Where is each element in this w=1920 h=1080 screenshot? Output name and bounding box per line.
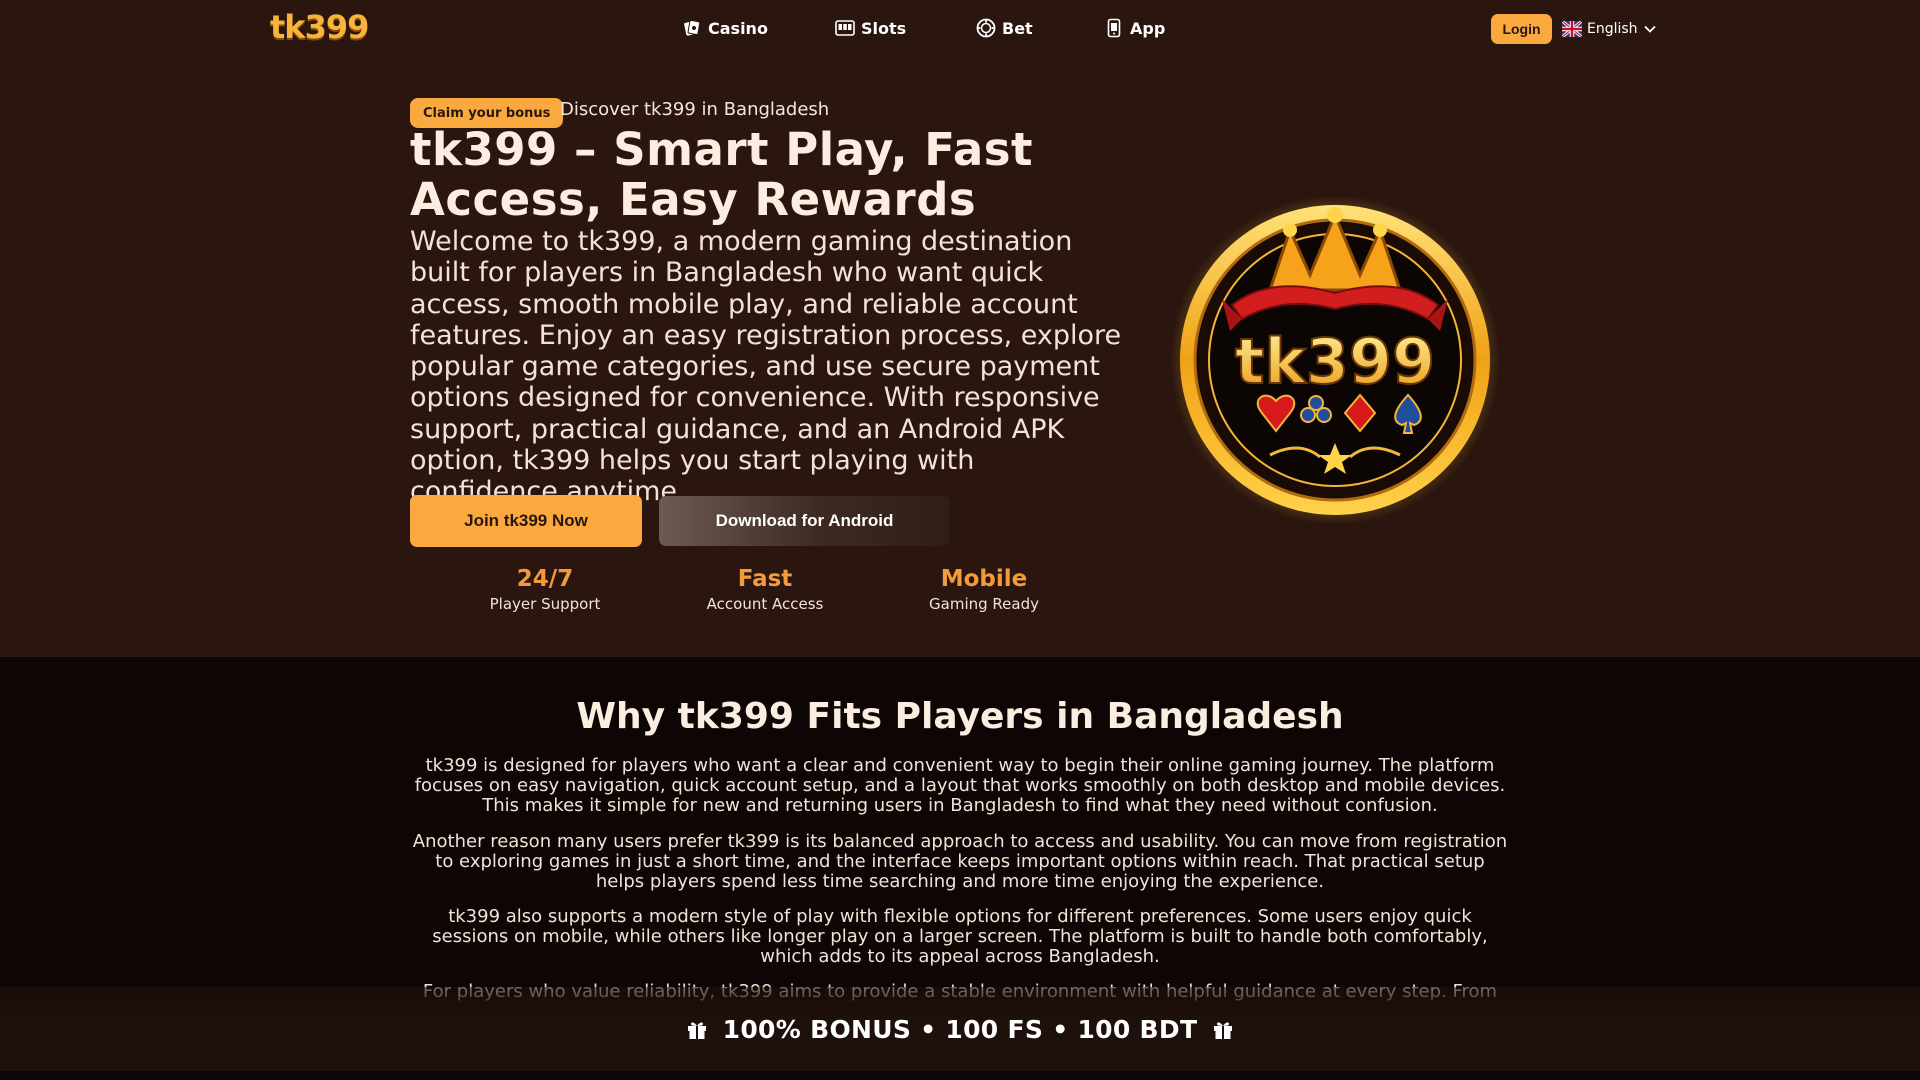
stat-mobile: Mobile Gaming Ready: [874, 565, 1094, 615]
hero-eyebrow: Discover tk399 in Bangladesh: [560, 99, 830, 120]
stat-access: Fast Account Access: [655, 565, 875, 615]
nav-label: Slots: [861, 18, 907, 38]
tk399-emblem-logo: tk399: [1170, 195, 1500, 525]
chevron-down-icon: [1643, 25, 1656, 33]
hero-title: tk399 – Smart Play, Fast Access, Easy Re…: [410, 123, 1033, 226]
phone-icon: [1107, 18, 1121, 38]
join-now-button[interactable]: Join tk399 Now: [410, 495, 642, 547]
nav-item-bet[interactable]: Bet: [976, 12, 1033, 44]
stat-support: 24/7 Player Support: [435, 565, 655, 615]
chip-icon: [976, 18, 996, 38]
section-title: Why tk399 Fits Players in Bangladesh: [576, 696, 1344, 737]
section-paragraph: Another reason many users prefer tk399 i…: [412, 831, 1508, 892]
stat-value: Mobile: [940, 566, 1028, 592]
stat-label: Gaming Ready: [929, 595, 1039, 613]
language-selector[interactable]: English: [1562, 17, 1657, 41]
nav-item-casino[interactable]: Casino: [682, 12, 768, 44]
stat-label: Account Access: [706, 595, 824, 613]
download-android-button[interactable]: Download for Android: [659, 496, 950, 546]
bonus-text: 100% BONUS • 100 FS • 100 BDT: [722, 1014, 1198, 1044]
section-paragraph: tk399 is designed for players who want a…: [414, 755, 1506, 816]
nav-label: Casino: [708, 18, 768, 38]
slot-machine-icon: [835, 20, 855, 36]
gift-icon: [687, 1022, 706, 1039]
login-button[interactable]: Login: [1491, 14, 1552, 44]
stat-label: Player Support: [489, 595, 601, 613]
uk-flag-icon: [1562, 21, 1582, 37]
emblem-text: tk399: [1235, 325, 1435, 398]
nav-label: Bet: [1002, 18, 1033, 38]
gift-icon: [1214, 1022, 1233, 1039]
bonus-banner[interactable]: 100% BONUS • 100 FS • 100 BDT: [0, 987, 1920, 1071]
section-paragraph: tk399 also supports a modern style of pl…: [432, 906, 1488, 967]
casino-cards-icon: [684, 19, 701, 36]
top-header: tk399 Casino Slots Bet App Login English: [0, 0, 1920, 58]
nav-item-app[interactable]: App: [1104, 12, 1165, 44]
nav-item-slots[interactable]: Slots: [835, 12, 906, 44]
stat-value: Fast: [737, 566, 793, 592]
nav-label: App: [1130, 18, 1166, 38]
hero-description: Welcome to tk399, a modern gaming destin…: [410, 226, 1122, 508]
stat-value: 24/7: [516, 566, 574, 592]
language-label: English: [1587, 21, 1638, 37]
